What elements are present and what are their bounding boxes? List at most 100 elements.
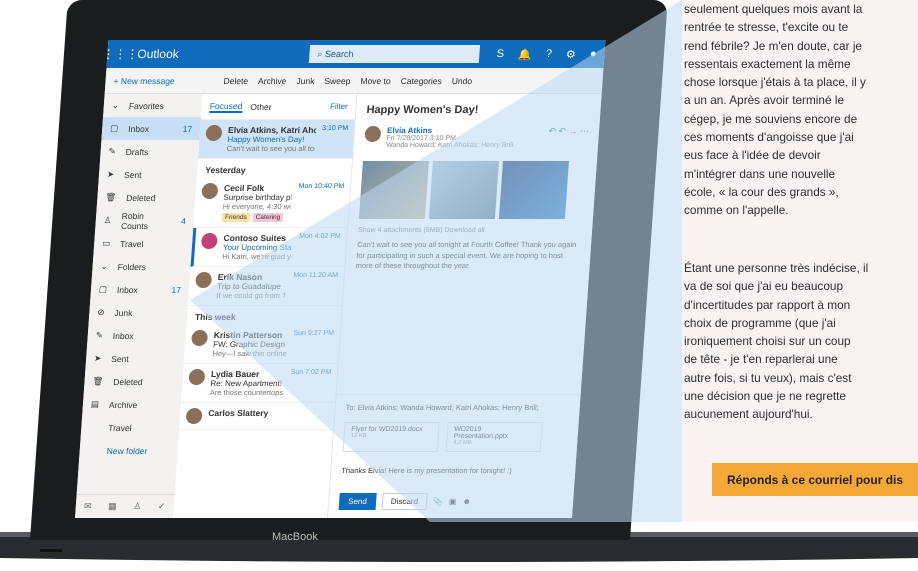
category-tag: Catering (252, 213, 284, 222)
article-paragraph-1: seulement quelques mois avant la rentrée… (684, 2, 866, 218)
calendar-icon[interactable]: ▦ (108, 501, 117, 512)
avatar (205, 125, 223, 141)
list-item[interactable]: Lydia Bauer Re: New Apartment! Are those… (181, 364, 338, 403)
chevron-down-icon: ⌄ (111, 100, 120, 110)
image-icon[interactable]: ▣ (449, 497, 457, 506)
search-placeholder: Search (324, 49, 354, 59)
reply-text[interactable]: Thanks Elvia! Here is my presentation fo… (341, 466, 566, 475)
email-sender[interactable]: Elvia Atkins (387, 126, 515, 135)
nav-folders[interactable]: ⌄ Folders (92, 255, 192, 278)
help-icon[interactable]: ? (545, 48, 552, 61)
device-label: MacBook (272, 531, 318, 543)
gear-icon[interactable]: ⚙ (565, 48, 576, 61)
move-to-button[interactable]: Move to (360, 76, 391, 86)
skype-icon[interactable]: S (496, 48, 504, 61)
email-body: Can't wait to see you all tonight at Fou… (355, 240, 577, 270)
tab-other[interactable]: Other (250, 102, 272, 112)
nav-folder-sent[interactable]: ➤ Sent (85, 347, 185, 370)
nav-inbox[interactable]: ▢ Inbox 17 (101, 117, 202, 140)
send-icon: ➤ (106, 169, 115, 179)
avatar (185, 408, 203, 424)
trash-icon: 🗑 (105, 192, 117, 202)
list-item[interactable]: Contoso Suites Your Upcoming Stay Hi Kat… (190, 228, 348, 267)
trash-icon: 🗑 (92, 376, 104, 386)
avatar (201, 183, 219, 199)
list-item[interactable]: Cecil Folk Surprise birthday planning Hi… (193, 178, 351, 228)
app-launcher-icon[interactable]: ⋮⋮⋮ (102, 40, 139, 68)
attachments-summary[interactable]: Show 4 attachments (6MB) Download all (348, 227, 592, 234)
message-subject: Trip to Guadalupe (216, 282, 282, 291)
message-sender: Cecil Folk (223, 183, 265, 193)
pencil-icon: ✎ (95, 330, 104, 340)
sweep-button[interactable]: Sweep (324, 76, 351, 86)
nav-travel[interactable]: ▭ Travel (93, 232, 193, 255)
emoji-icon[interactable]: ☻ (462, 497, 471, 506)
message-time: Sun 9:27 PM (293, 330, 335, 337)
nav-deleted[interactable]: 🗑 Deleted (97, 186, 197, 209)
nav-drafts[interactable]: ✎ Drafts (100, 140, 200, 163)
message-preview: Can't wait to see you all tonight at Fou… (226, 144, 316, 153)
nav-junk[interactable]: ⊘ Junk (89, 301, 189, 324)
group-header-yesterday: Yesterday (204, 165, 246, 175)
message-preview: Hi everyone, 4:30 works for me, I'll arr… (222, 202, 292, 211)
person-icon: ♙ (103, 215, 112, 225)
archive-button[interactable]: Archive (258, 76, 287, 86)
inbox-tabs: Focused Other Filter (200, 94, 357, 120)
list-item[interactable]: Kristin Patterson FW: Graphic Design Ins… (183, 325, 341, 364)
file-attachment[interactable]: WD2019 Presentation.pptx 4.2 MB (445, 422, 543, 452)
people-icon[interactable]: ♙ (133, 501, 142, 512)
categories-button[interactable]: Categories (400, 76, 442, 86)
discard-button[interactable]: Discard (381, 493, 428, 510)
message-sender: Lydia Bauer (210, 369, 260, 379)
delete-button[interactable]: Delete (223, 76, 248, 86)
pencil-icon: ✎ (108, 146, 117, 156)
nav-folder-deleted[interactable]: 🗑 Deleted (84, 370, 184, 393)
article-panel: seulement quelques mois avant la rentrée… (682, 0, 918, 522)
file-attachment[interactable]: Flyer for WD2019.docx 12 KB (342, 422, 440, 452)
message-preview: Hi Katri, we're glad you're joining us! … (221, 252, 292, 261)
nav-favorites[interactable]: ⌄ Favorites (103, 94, 203, 117)
nav-sent[interactable]: ➤ Sent (98, 163, 198, 186)
reply-recipients[interactable]: To: Elvia Atkins; Wanda Howard; Katri Ah… (345, 403, 570, 412)
email-recipients: Wanda Howard; Katri Ahokas; Henry Brill (385, 142, 514, 149)
junk-button[interactable]: Junk (296, 76, 315, 86)
avatar[interactable]: ● (589, 48, 596, 61)
list-item[interactable]: Elvia Atkins, Katri Ahokas Happy Women's… (198, 120, 355, 159)
group-header-this-week: This week (194, 312, 237, 322)
attach-icon[interactable]: 📎 (433, 497, 444, 506)
email-date: Fri 7/28/2017 3:10 PM (386, 135, 457, 142)
list-item[interactable]: Carlos Slattery (179, 403, 336, 430)
block-icon: ⊘ (97, 307, 105, 317)
avatar (195, 272, 213, 288)
reply-actions[interactable]: ↶ ↶ → ⋯ (547, 126, 589, 149)
outlook-screen: ⋮⋮⋮ Outlook ⌕ Search S 🔔 ? ⚙ ● + New mes… (75, 40, 606, 518)
todo-icon[interactable]: ✓ (158, 501, 166, 512)
message-time: 3:10 PM (321, 125, 349, 132)
nav-folder-travel[interactable]: Travel (81, 416, 181, 439)
new-message-button[interactable]: + New message (105, 76, 224, 86)
nav-archive[interactable]: ▤ Archive (82, 393, 182, 416)
nav-robin-counts[interactable]: ♙ Robin Counts 4 (95, 209, 195, 232)
filter-button[interactable]: Filter (330, 102, 348, 111)
nav-folder-inbox[interactable]: ▢ Inbox 17 (90, 278, 190, 301)
message-sender: Erik Nason (217, 272, 263, 282)
bell-icon[interactable]: 🔔 (518, 48, 533, 61)
undo-button[interactable]: Undo (451, 76, 472, 86)
command-bar: + New message Delete Archive Junk Sweep … (104, 68, 604, 94)
search-input[interactable]: ⌕ Search (308, 45, 481, 63)
avatar (364, 126, 382, 142)
message-sender: Carlos Slattery (207, 408, 269, 418)
message-preview: Are those countertops real Caldoveiro qu… (209, 388, 284, 397)
message-sender: Contoso Suites (223, 233, 287, 243)
list-item[interactable]: Erik Nason Trip to Guadalupe If we could… (187, 267, 345, 306)
photo-thumbnail[interactable] (428, 161, 499, 219)
nav-new-folder[interactable]: New folder (79, 439, 179, 462)
reply-cta-button[interactable]: Réponds à ce courriel pour dis (712, 463, 918, 496)
photo-thumbnail[interactable] (498, 161, 569, 219)
app-name: Outlook (136, 47, 180, 61)
mail-icon[interactable]: ✉ (84, 501, 92, 512)
photo-thumbnail[interactable] (358, 161, 429, 219)
nav-folder-inbox-2[interactable]: ✎ Inbox (87, 324, 187, 347)
tab-focused[interactable]: Focused (209, 100, 243, 113)
send-button[interactable]: Send (338, 493, 377, 510)
